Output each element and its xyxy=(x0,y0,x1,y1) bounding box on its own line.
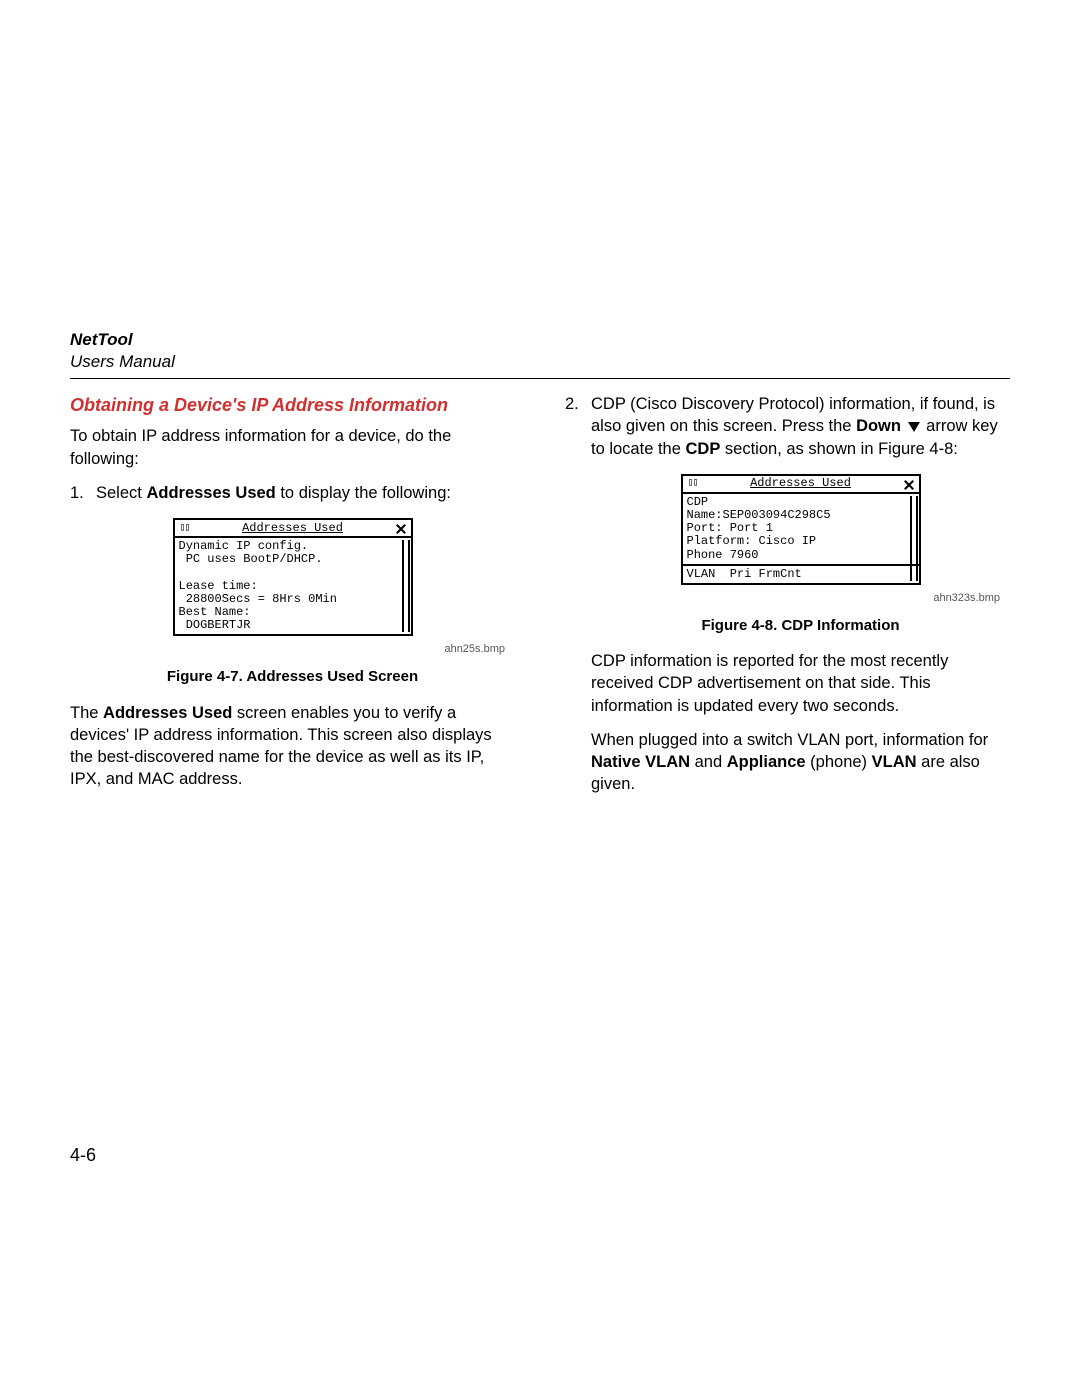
addresses-used-paragraph: The Addresses Used screen enables you to… xyxy=(70,702,515,791)
step-2: 2. CDP (Cisco Discovery Protocol) inform… xyxy=(565,393,1010,808)
step-number: 1. xyxy=(70,482,96,504)
step-number: 2. xyxy=(565,393,591,808)
para-bold: Addresses Used xyxy=(103,704,232,722)
close-icon xyxy=(901,477,917,491)
right-column: 2. CDP (Cisco Discovery Protocol) inform… xyxy=(565,393,1010,818)
p2b2: Appliance xyxy=(727,753,806,771)
battery-icon: ▯▯ xyxy=(685,478,701,489)
bold-down: Down xyxy=(856,417,901,435)
figure-caption: Figure 4-8. CDP Information xyxy=(591,616,1010,636)
scrollbar-icon xyxy=(402,540,410,632)
header-subtitle: Users Manual xyxy=(70,352,1010,372)
header-rule xyxy=(70,378,1010,379)
cdp-paragraph-2: When plugged into a switch VLAN port, in… xyxy=(591,729,1010,796)
bold-cdp: CDP xyxy=(685,440,720,458)
step1-post: to display the following: xyxy=(276,484,451,502)
image-filename: ahn323s.bmp xyxy=(591,591,1000,606)
step-body: CDP (Cisco Discovery Protocol) informati… xyxy=(591,393,1010,808)
p2b3: VLAN xyxy=(872,753,917,771)
screen-body-bottom: VLAN Pri FrmCnt xyxy=(687,567,802,581)
para-pre: The xyxy=(70,704,103,722)
p2b1: Native VLAN xyxy=(591,753,690,771)
screen-body-top: CDP Name:SEP003094C298C5 Port: Port 1 Pl… xyxy=(683,494,919,583)
cdp-paragraph-1: CDP information is reported for the most… xyxy=(591,650,1010,717)
battery-icon: ▯▯ xyxy=(177,523,193,534)
close-icon xyxy=(393,521,409,535)
page-content: NetTool Users Manual Obtaining a Device'… xyxy=(70,330,1010,818)
screen-title: Addresses Used xyxy=(701,477,901,490)
header-product: NetTool xyxy=(70,330,1010,350)
page-number: 4-6 xyxy=(70,1145,96,1166)
section-title: Obtaining a Device's IP Address Informat… xyxy=(70,393,515,417)
step1-pre: Select xyxy=(96,484,146,502)
step-body: Select Addresses Used to display the fol… xyxy=(96,482,515,504)
t-c: section, as shown in Figure 4-8: xyxy=(720,440,958,458)
scrollbar-icon xyxy=(910,496,918,581)
figure-4-7-screen: ▯▯ Addresses Used Dynamic IP config. PC … xyxy=(173,518,413,636)
down-arrow-icon xyxy=(908,422,920,432)
figure-4-8-screen: ▯▯ Addresses Used CDP Name:SEP003094C298… xyxy=(681,474,921,585)
image-filename: ahn25s.bmp xyxy=(70,642,505,657)
p2a: When plugged into a switch VLAN port, in… xyxy=(591,731,988,749)
intro-paragraph: To obtain IP address information for a d… xyxy=(70,425,515,470)
step1-bold: Addresses Used xyxy=(146,484,275,502)
screen-title: Addresses Used xyxy=(193,522,393,535)
left-column: Obtaining a Device's IP Address Informat… xyxy=(70,393,515,818)
p2c: (phone) xyxy=(806,753,872,771)
step-1: 1. Select Addresses Used to display the … xyxy=(70,482,515,504)
two-column-layout: Obtaining a Device's IP Address Informat… xyxy=(70,393,1010,818)
p2mid: and xyxy=(690,753,727,771)
figure-caption: Figure 4-7. Addresses Used Screen xyxy=(70,667,515,687)
screen-body: Dynamic IP config. PC uses BootP/DHCP. L… xyxy=(175,538,411,634)
